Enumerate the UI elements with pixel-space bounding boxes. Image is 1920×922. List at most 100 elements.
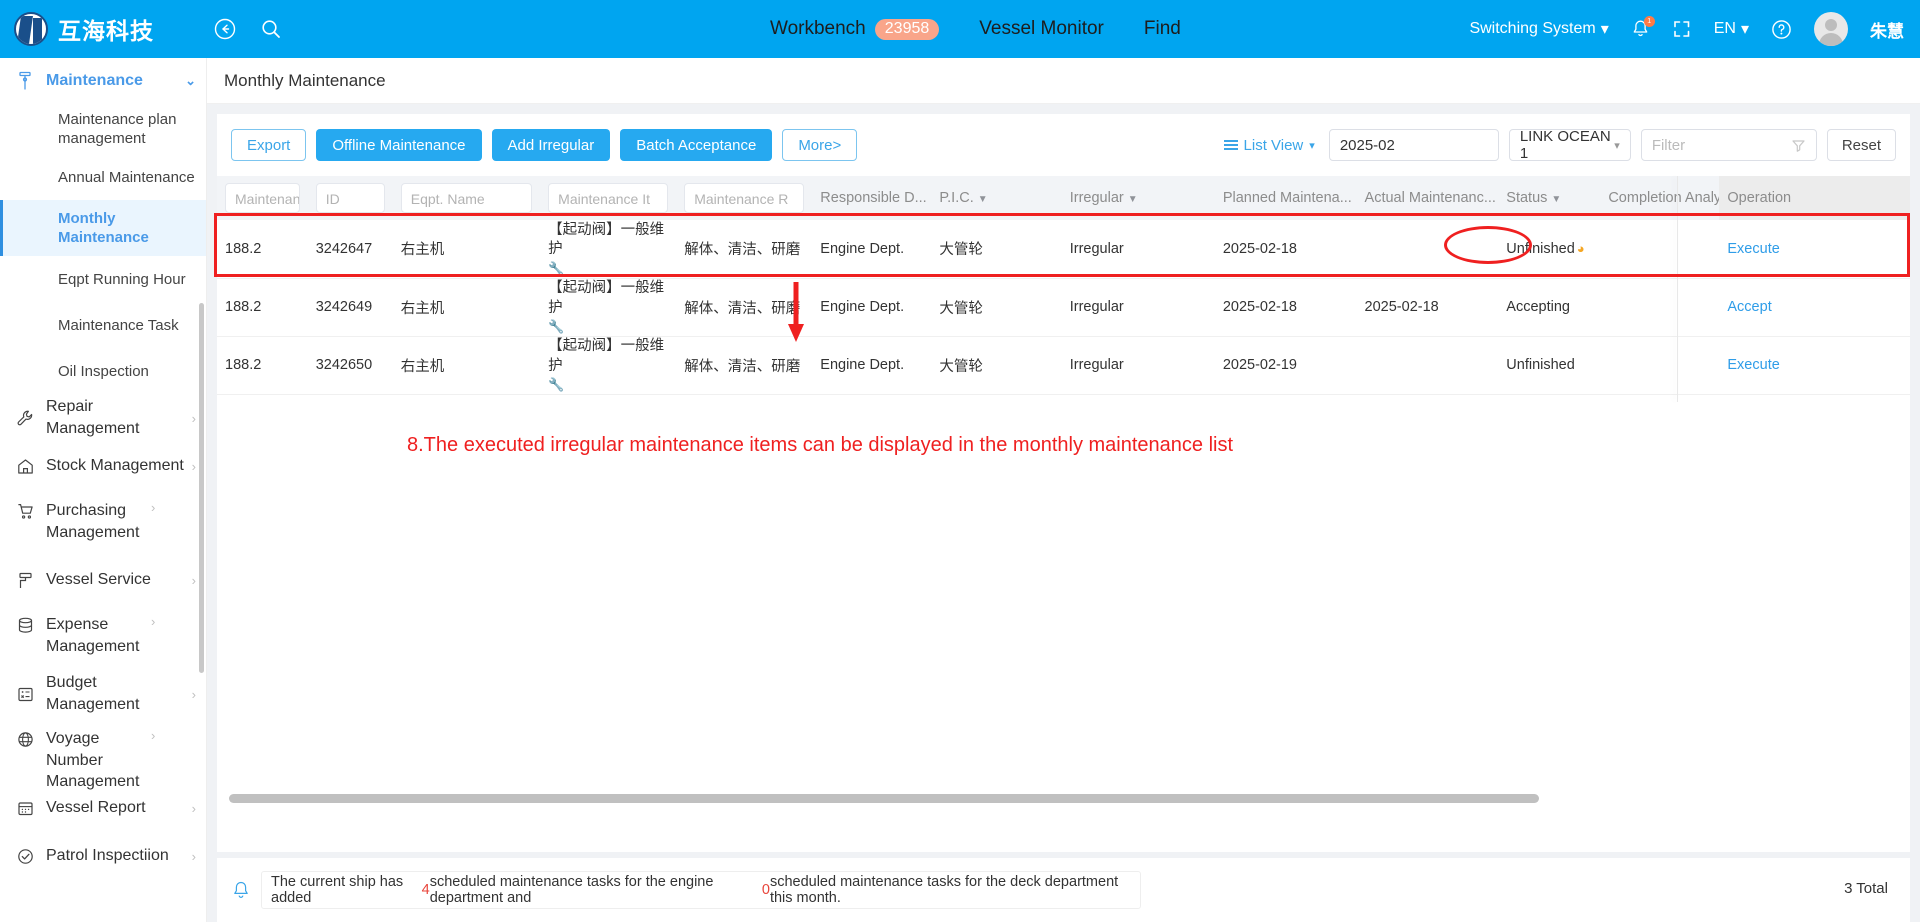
th-status[interactable]: Status ▼ bbox=[1498, 176, 1601, 220]
language-selector[interactable]: EN ▾ bbox=[1714, 19, 1749, 39]
horizontal-scrollbar[interactable] bbox=[229, 794, 1539, 803]
maintenance-table: Maintenanc ID Eqpt. Name Maintenance It … bbox=[217, 176, 1910, 395]
sidebar-scrollbar[interactable] bbox=[199, 303, 204, 673]
database-icon bbox=[14, 614, 36, 636]
table-row[interactable]: 188.2 3242647 右主机 【起动阀】一般维护 🔧 解体、清洁、研磨 E… bbox=[217, 220, 1910, 279]
calendar-icon bbox=[14, 797, 36, 819]
th-id-filter[interactable]: ID bbox=[307, 176, 393, 220]
help-circle-icon[interactable] bbox=[1771, 19, 1792, 40]
chevron-right-icon: › bbox=[151, 728, 156, 743]
sidebar-group-maintenance[interactable]: Maintenance ⌄ bbox=[0, 58, 206, 104]
cell-id: 3242650 bbox=[307, 336, 393, 395]
language-label: EN bbox=[1713, 20, 1736, 37]
top-header: 互海科技 Workbench 23958 Vessel Monitor Find… bbox=[0, 0, 1920, 58]
annotation-text: 8.The executed irregular maintenance ite… bbox=[407, 434, 1234, 456]
table-header-row: Maintenanc ID Eqpt. Name Maintenance It … bbox=[217, 176, 1910, 220]
clock-icon: ◕ bbox=[1576, 241, 1585, 257]
back-arrow-icon[interactable] bbox=[214, 18, 236, 40]
cell-status: Unfinished ◕ bbox=[1498, 220, 1601, 279]
sort-caret-icon[interactable]: ▼ bbox=[978, 194, 988, 205]
sidebar-group-purchasing-management[interactable]: Purchasing Management › bbox=[0, 490, 206, 556]
cell-maintenance-requirement: 解体、清洁、研磨 bbox=[676, 336, 813, 395]
th-filter-input-maintenance-requirement[interactable]: Maintenance R bbox=[684, 183, 805, 213]
cell-eqpt-name: 右主机 bbox=[392, 220, 541, 279]
user-name[interactable]: 朱慧 bbox=[1870, 17, 1904, 42]
th-filter-input-id[interactable]: ID bbox=[315, 183, 385, 213]
sidebar-item-monthly-maintenance[interactable]: Monthly Maintenance bbox=[0, 200, 206, 256]
sidebar-group-patrol-inspection[interactable]: Patrol Inspectiion › bbox=[0, 832, 206, 880]
note-prefix: The current ship has added bbox=[271, 874, 404, 906]
th-maintenance-filter[interactable]: Maintenanc bbox=[217, 176, 308, 220]
fullscreen-icon[interactable] bbox=[1672, 19, 1692, 39]
th-filter-input-eqpt-name[interactable]: Eqpt. Name bbox=[400, 183, 533, 213]
sidebar-group-expense-management[interactable]: Expense Management › bbox=[0, 604, 206, 670]
sidebar-item-label: Maintenance plan management bbox=[58, 110, 177, 148]
cell-actual-maintenance bbox=[1356, 336, 1499, 395]
filter-input[interactable]: Filter bbox=[1640, 129, 1817, 161]
cell-status: Unfinished bbox=[1498, 336, 1601, 395]
th-eqpt-name-filter[interactable]: Eqpt. Name bbox=[392, 176, 541, 220]
cart-icon bbox=[14, 500, 36, 522]
sidebar-item-label: Eqpt Running Hour bbox=[58, 270, 186, 288]
notification-bell-icon[interactable]: 1 bbox=[1631, 16, 1655, 39]
sidebar-group-stock-management[interactable]: Stock Management › bbox=[0, 442, 206, 490]
sidebar-item-annual-maintenance[interactable]: Annual Maintenance bbox=[0, 154, 206, 200]
nav-find[interactable]: Find bbox=[1144, 18, 1181, 40]
offline-maintenance-button[interactable]: Offline Maintenance bbox=[316, 129, 482, 161]
toolbar: Export Offline Maintenance Add Irregular… bbox=[217, 114, 1910, 176]
maintenance-icon bbox=[14, 70, 36, 92]
cell-maintenance-requirement: 解体、清洁、研磨 bbox=[676, 220, 813, 279]
search-icon[interactable] bbox=[260, 18, 282, 40]
th-completion-analysis: Completion Analy bbox=[1600, 176, 1720, 220]
table-row[interactable]: 188.2 3242650 右主机 【起动阀】一般维护 🔧 解体、清洁、研磨 E… bbox=[217, 336, 1910, 395]
sidebar-item-maintenance-plan-management[interactable]: Maintenance plan management bbox=[0, 104, 206, 154]
sidebar-group-label: Vessel Report bbox=[46, 799, 146, 817]
sort-caret-icon[interactable]: ▼ bbox=[1551, 194, 1561, 205]
th-label: Actual Maintenanc... bbox=[1364, 190, 1496, 206]
operation-column-divider bbox=[1677, 176, 1678, 402]
cell-pic: 大管轮 bbox=[931, 278, 1062, 337]
th-filter-input-maintenance-item[interactable]: Maintenance It bbox=[548, 183, 669, 213]
chevron-right-icon: › bbox=[191, 686, 196, 702]
execute-link[interactable]: Execute bbox=[1727, 241, 1779, 257]
batch-acceptance-button[interactable]: Batch Acceptance bbox=[620, 129, 773, 161]
sidebar-item-maintenance-task[interactable]: Maintenance Task bbox=[0, 302, 206, 348]
cell-maintenance-item: 【起动阀】一般维护 🔧 bbox=[540, 220, 677, 279]
nav-vessel-monitor[interactable]: Vessel Monitor bbox=[979, 18, 1104, 40]
th-responsible-dept: Responsible D... bbox=[812, 176, 932, 220]
chevron-right-icon: › bbox=[191, 800, 196, 816]
th-filter-input-maintenance[interactable]: Maintenanc bbox=[225, 183, 300, 213]
th-maintenance-item-filter[interactable]: Maintenance It bbox=[540, 176, 677, 220]
more-button[interactable]: More> bbox=[782, 129, 858, 161]
cell-eqpt-name: 右主机 bbox=[392, 278, 541, 337]
sidebar-group-repair-management[interactable]: Repair Management › bbox=[0, 394, 206, 442]
brand-logo[interactable]: 互海科技 bbox=[14, 12, 154, 46]
reset-button[interactable]: Reset bbox=[1826, 129, 1896, 161]
list-view-toggle[interactable]: List View ▾ bbox=[1223, 137, 1315, 154]
chevron-down-icon: ▾ bbox=[1600, 21, 1609, 38]
note-engine-count: 4 bbox=[421, 882, 430, 898]
table-row[interactable]: 188.2 3242649 右主机 【起动阀】一般维护 🔧 解体、清洁、研磨 E… bbox=[217, 278, 1910, 337]
sidebar-item-eqpt-running-hour[interactable]: Eqpt Running Hour bbox=[0, 256, 206, 302]
export-button[interactable]: Export bbox=[231, 129, 307, 161]
th-maintenance-requirement-filter[interactable]: Maintenance R bbox=[676, 176, 813, 220]
cell-maintenance-item-text: 【起动阀】一般维护 bbox=[548, 279, 665, 316]
switching-system-dropdown[interactable]: Switching System ▾ bbox=[1469, 19, 1608, 39]
accept-link[interactable]: Accept bbox=[1727, 299, 1771, 315]
execute-link[interactable]: Execute bbox=[1727, 357, 1779, 373]
filter-funnel-icon[interactable] bbox=[1791, 138, 1806, 153]
sidebar-item-oil-inspection[interactable]: Oil Inspection bbox=[0, 348, 206, 394]
sidebar-group-vessel-service[interactable]: Vessel Service › bbox=[0, 556, 206, 604]
cell-maintenance-requirement: 解体、清洁、研磨 bbox=[676, 278, 813, 337]
th-irregular[interactable]: Irregular ▼ bbox=[1061, 176, 1215, 220]
add-irregular-button[interactable]: Add Irregular bbox=[491, 129, 611, 161]
th-pic[interactable]: P.I.C. ▼ bbox=[931, 176, 1062, 220]
sidebar-group-voyage-number-management[interactable]: Voyage Number Management › bbox=[0, 718, 206, 790]
vessel-select[interactable]: LINK OCEAN 1 ▾ bbox=[1508, 128, 1631, 162]
logo-text: 互海科技 bbox=[58, 18, 154, 44]
nav-workbench[interactable]: Workbench 23958 bbox=[770, 18, 940, 40]
sort-caret-icon[interactable]: ▼ bbox=[1128, 194, 1138, 205]
sidebar-group-budget-management[interactable]: Budget Management › bbox=[0, 670, 206, 718]
month-picker-input[interactable]: 2025-02 bbox=[1328, 129, 1499, 161]
avatar[interactable] bbox=[1814, 12, 1848, 46]
